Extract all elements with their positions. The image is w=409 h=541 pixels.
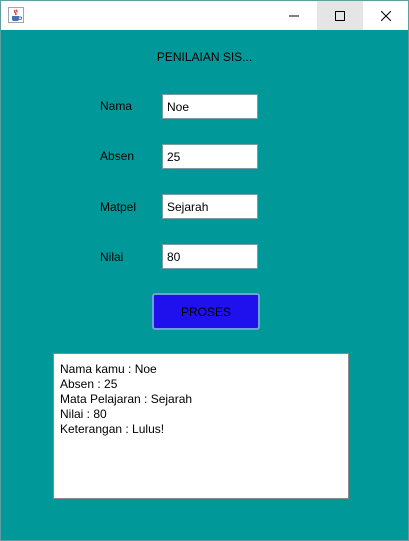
minimize-icon [289,15,299,16]
matpel-label: Matpel [100,200,137,214]
matpel-input[interactable] [162,194,258,219]
result-line-matpel: Mata Pelajaran : Sejarah [60,392,193,406]
proses-button[interactable]: PROSES [152,293,260,330]
result-line-keterangan: Keterangan : Lulus! [60,422,165,436]
absen-label: Absen [100,149,135,163]
result-line-nama: Nama kamu : Noe [60,362,157,376]
close-button[interactable] [363,1,409,30]
maximize-button[interactable] [317,1,363,30]
java-coffee-cup-icon [8,7,24,23]
minimize-button[interactable] [271,1,317,30]
nilai-input[interactable] [162,244,258,269]
app-window: PENILAIAN SIS... Nama Absen Matpel Nilai… [0,0,409,541]
close-icon [381,10,391,21]
form-title: PENILAIAN SIS... [156,50,253,64]
nilai-label: Nilai [100,250,124,264]
result-textarea[interactable]: Nama kamu : Noe Absen : 25 Mata Pelajara… [53,353,349,499]
maximize-icon [335,10,345,21]
nama-input[interactable] [162,94,258,119]
nama-label: Nama [100,99,133,113]
title-bar[interactable] [1,1,408,30]
proses-button-label: PROSES [180,304,231,319]
result-line-nilai: Nilai : 80 [60,407,107,421]
result-line-absen: Absen : 25 [60,377,118,391]
form-panel: PENILAIAN SIS... Nama Absen Matpel Nilai… [1,30,408,540]
absen-input[interactable] [162,144,258,169]
